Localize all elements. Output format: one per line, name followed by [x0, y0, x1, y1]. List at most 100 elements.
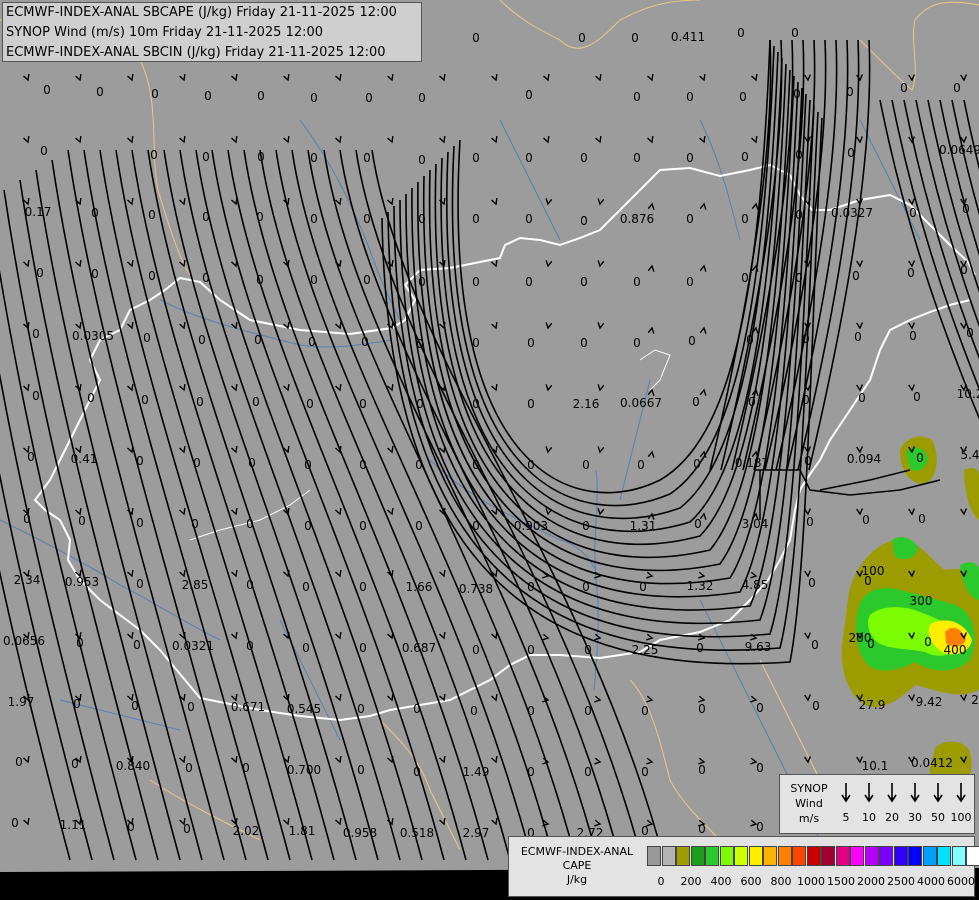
grid-value-label: 2.25	[631, 643, 659, 657]
streamline-arrowhead	[545, 384, 553, 392]
grid-value-label: 0	[357, 763, 365, 777]
border-west	[33, 299, 971, 722]
grid-value-label: 0	[909, 329, 917, 343]
streamline-arrowhead	[647, 135, 654, 144]
streamline	[709, 39, 772, 471]
grid-value-label: 0	[359, 458, 367, 472]
grid-value-label: 0.903	[513, 519, 549, 533]
streamline-arrowhead	[750, 757, 758, 765]
streamline-arrowhead	[804, 694, 812, 702]
streamline	[440, 57, 783, 532]
grid-value-label: 0	[304, 519, 312, 533]
grid-value-label: 0	[136, 577, 144, 591]
grid-value-label: 0	[131, 699, 139, 713]
grid-value-label: 0	[966, 326, 974, 340]
grid-value-label: 2	[971, 693, 979, 707]
cape-title-line: ECMWF-INDEX-ANAL	[520, 845, 634, 858]
grid-value-label: 0	[310, 273, 318, 287]
streamline	[786, 39, 849, 471]
grid-value-label: 0	[472, 31, 480, 45]
grid-value-label: 0	[76, 636, 84, 650]
grid-value-label: 0	[40, 144, 48, 158]
grid-value-label: 1.97	[7, 695, 35, 709]
grid-value-label: 0	[27, 450, 35, 464]
grid-value-label: 0	[525, 275, 533, 289]
grid-value-label: 0	[793, 87, 801, 101]
streamline-arrowhead	[127, 259, 134, 268]
grid-value-label: 0	[527, 458, 535, 472]
grid-value-label: 10.1	[861, 759, 889, 773]
streamline-arrowhead	[335, 507, 342, 516]
streamline	[195, 149, 423, 861]
grid-value-label: 0	[527, 397, 535, 411]
streamline-arrowhead	[231, 755, 238, 764]
grid-value-label: 0	[472, 151, 480, 165]
title-line-wind: SYNOP Wind (m/s) 10m Friday 21-11-2025 1…	[6, 25, 324, 40]
streamline-arrowhead	[179, 631, 186, 640]
grid-value-label: 0.0305	[72, 329, 114, 343]
streamline-arrowhead	[231, 569, 238, 578]
streamline-arrowhead	[751, 73, 758, 82]
streamline-arrowhead	[387, 445, 394, 454]
synop-barb-icon	[887, 783, 897, 803]
grid-value-label: 0	[127, 820, 135, 834]
grid-value-label: 0	[639, 580, 647, 594]
synop-speed-label: 10	[862, 811, 876, 824]
grid-value-label: 0	[416, 337, 424, 351]
grid-value-label: 0	[686, 90, 694, 104]
streamline-arrowhead	[387, 507, 394, 516]
grid-value-label: 0	[191, 517, 199, 531]
title-line-cin: ECMWF-INDEX-ANAL SBCIN (J/kg) Friday 21-…	[6, 45, 386, 60]
cape-swatch	[763, 846, 777, 866]
streamline-arrowhead	[804, 756, 812, 764]
cape-swatch	[676, 846, 690, 866]
streamline-arrowhead	[699, 264, 707, 272]
grid-value-label: 0	[580, 336, 588, 350]
cape-swatch	[893, 846, 908, 866]
grid-value-label: 1.11	[59, 818, 87, 832]
streamline-arrowhead	[23, 135, 30, 144]
grid-value-label: 0	[252, 395, 260, 409]
streamline-arrowhead	[647, 326, 655, 334]
cape-swatch	[777, 846, 792, 866]
synop-barb-icon	[910, 783, 920, 803]
grid-value-label: 0	[953, 81, 961, 95]
streamline-arrowhead	[23, 73, 30, 82]
cape-tick-label: 200	[680, 875, 702, 888]
grid-value-label: 0	[525, 88, 533, 102]
grid-value-label: 0.0667	[620, 396, 662, 410]
streamline-arrowhead	[439, 569, 446, 578]
streamline-arrowhead	[491, 197, 498, 206]
streamline-arrowhead	[179, 507, 186, 516]
grid-value-label: 0	[148, 208, 156, 222]
grid-value-label: 0	[413, 702, 421, 716]
cape-title-line: J/kg	[566, 873, 588, 886]
grid-value-label: 0	[359, 397, 367, 411]
streamline-arrowhead	[804, 508, 812, 516]
grid-value-label: 0.0412	[911, 756, 953, 770]
grid-value-label: 1.49	[462, 765, 490, 779]
grid-value-label: 0	[913, 390, 921, 404]
cape-contour-label: 200	[848, 631, 872, 645]
streamline-arrowhead	[543, 73, 550, 82]
grid-value-label: 0	[202, 210, 210, 224]
streamline-arrowhead	[491, 693, 498, 702]
grid-value-label: 0.876	[619, 212, 655, 226]
grid-value-label: 0	[418, 212, 426, 226]
grid-value-label: 0	[741, 212, 749, 226]
grid-value-label: 0	[633, 275, 641, 289]
grid-value-label: 0.671	[230, 700, 266, 714]
streamline-arrowhead	[804, 632, 812, 640]
grid-value-label: 0	[739, 90, 747, 104]
grid-value-label: 0	[854, 330, 862, 344]
synop-speed-label: 20	[885, 811, 899, 824]
streamline-arrowhead	[597, 260, 605, 268]
border-slovakia-inner	[189, 489, 311, 541]
streamline-arrowhead	[335, 569, 342, 578]
grid-value-label: 0	[852, 269, 860, 283]
streamline-arrowhead	[439, 321, 446, 330]
grid-value-label: 0	[802, 332, 810, 346]
streamline-arrowhead	[751, 135, 758, 144]
streamline-arrowhead	[908, 198, 916, 206]
grid-value-label: 0	[580, 275, 588, 289]
